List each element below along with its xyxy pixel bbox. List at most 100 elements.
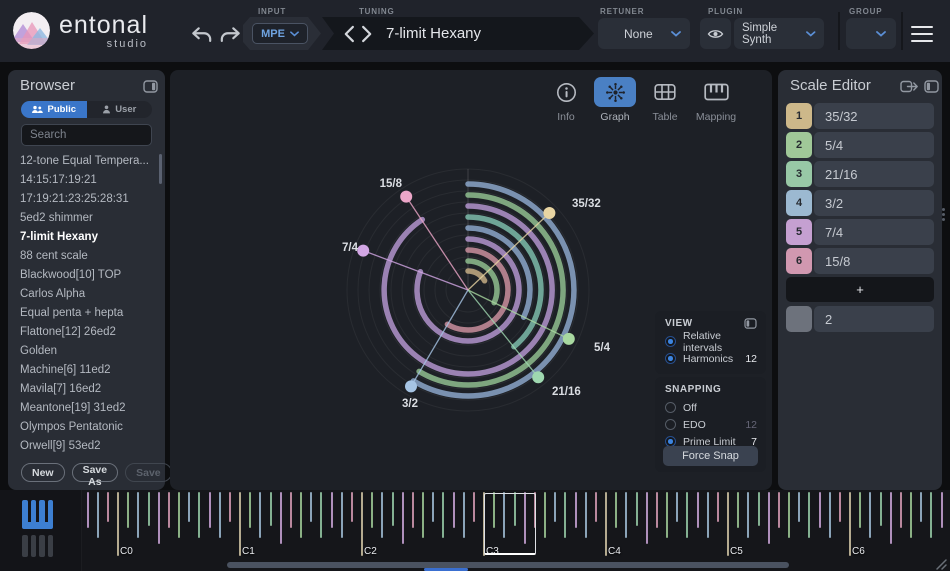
note-marker[interactable] (656, 492, 658, 528)
note-marker[interactable] (808, 492, 810, 538)
octave-marker[interactable] (117, 492, 119, 556)
note-marker[interactable] (930, 492, 932, 538)
list-item[interactable]: 14:15:17:19:21 (8, 171, 165, 190)
add-degree-button[interactable]: + (786, 277, 934, 302)
degree-badge[interactable]: 6 (786, 248, 812, 274)
ratio-field[interactable]: 35/32 (814, 103, 934, 129)
radio-button[interactable] (665, 336, 676, 347)
collapse-panel-icon[interactable] (143, 80, 158, 93)
list-item[interactable]: 17:19:21:23:25:28:31 (8, 190, 165, 209)
previous-tuning-icon[interactable] (340, 25, 358, 43)
note-marker[interactable] (798, 492, 800, 522)
degree-badge[interactable]: 4 (786, 190, 812, 216)
note-marker[interactable] (198, 492, 200, 538)
list-item[interactable]: 5ed2 shimmer (8, 209, 165, 228)
radio-button[interactable] (665, 402, 676, 413)
note-marker[interactable] (412, 492, 414, 528)
export-scale-icon[interactable] (900, 79, 919, 94)
list-item[interactable]: Carlos Alpha (8, 285, 165, 304)
note-marker[interactable] (107, 492, 109, 522)
list-scrollbar[interactable] (159, 154, 162, 184)
ratio-field[interactable]: 15/8 (814, 248, 934, 274)
octave-marker[interactable] (239, 492, 241, 556)
note-marker[interactable] (371, 492, 373, 528)
note-marker[interactable] (819, 492, 821, 528)
note-marker[interactable] (625, 492, 627, 538)
note-marker[interactable] (137, 492, 139, 538)
note-marker[interactable] (636, 492, 638, 526)
note-marker[interactable] (188, 492, 190, 522)
note-marker[interactable] (686, 492, 688, 538)
view-value[interactable]: 12 (745, 353, 757, 365)
note-marker[interactable] (209, 492, 211, 528)
keyboard-scrollbar[interactable] (227, 562, 789, 568)
note-marker[interactable] (910, 492, 912, 538)
undo-icon[interactable] (190, 26, 214, 46)
note-marker[interactable] (666, 492, 668, 538)
note-marker[interactable] (158, 492, 160, 544)
note-marker[interactable] (646, 492, 648, 544)
group-dropdown[interactable] (846, 18, 896, 49)
keyboard-viewport[interactable] (484, 493, 536, 555)
next-tuning-icon[interactable] (358, 25, 376, 43)
note-marker[interactable] (615, 492, 617, 528)
degree-badge[interactable]: 2 (786, 132, 812, 158)
note-marker[interactable] (320, 492, 322, 538)
note-marker[interactable] (300, 492, 302, 538)
note-marker[interactable] (259, 492, 261, 538)
note-marker[interactable] (554, 492, 556, 522)
note-marker[interactable] (697, 492, 699, 528)
note-dot[interactable] (405, 380, 417, 392)
note-marker[interactable] (381, 492, 383, 538)
note-marker[interactable] (331, 492, 333, 528)
note-dot[interactable] (563, 333, 575, 345)
note-dot[interactable] (543, 207, 555, 219)
note-marker[interactable] (575, 492, 577, 528)
note-marker[interactable] (778, 492, 780, 528)
note-marker[interactable] (717, 492, 719, 522)
list-item[interactable]: Mavila[7] 16ed2 (8, 380, 165, 399)
note-marker[interactable] (839, 492, 841, 522)
note-marker[interactable] (829, 492, 831, 538)
menu-button[interactable] (906, 21, 940, 47)
note-marker[interactable] (453, 492, 455, 528)
radio-button[interactable] (665, 353, 676, 364)
note-marker[interactable] (87, 492, 89, 528)
list-item[interactable]: 7-limit Hexany (8, 228, 165, 247)
note-marker[interactable] (768, 492, 770, 544)
list-item[interactable]: 12-tone Equal Tempera... (8, 152, 165, 171)
note-marker[interactable] (392, 492, 394, 526)
redo-icon[interactable] (218, 26, 242, 46)
period-badge[interactable] (786, 306, 812, 332)
save-as-button[interactable]: Save As (72, 463, 119, 482)
panel-resize-handle[interactable] (942, 208, 945, 221)
note-marker[interactable] (290, 492, 292, 528)
note-marker[interactable] (544, 492, 546, 538)
note-dot[interactable] (532, 371, 544, 383)
note-marker[interactable] (788, 492, 790, 538)
octave-marker[interactable] (727, 492, 729, 556)
new-button[interactable]: New (21, 463, 65, 482)
note-dot[interactable] (357, 245, 369, 257)
retuner-dropdown[interactable]: None (598, 18, 690, 49)
list-item[interactable]: 88 cent scale (8, 247, 165, 266)
list-item[interactable]: Equal penta + hepta (8, 304, 165, 323)
note-marker[interactable] (595, 492, 597, 522)
tuning-name[interactable]: 7-limit Hexany (386, 25, 481, 42)
ratio-field[interactable]: 7/4 (814, 219, 934, 245)
search-input[interactable] (21, 124, 152, 146)
note-marker[interactable] (900, 492, 902, 528)
list-item[interactable]: Machine[6] 11ed2 (8, 361, 165, 380)
octave-marker[interactable] (849, 492, 851, 556)
note-marker[interactable] (422, 492, 424, 538)
panel-icon[interactable] (744, 318, 757, 329)
note-marker[interactable] (270, 492, 272, 526)
ratio-field[interactable]: 21/16 (814, 161, 934, 187)
ratio-field[interactable]: 3/2 (814, 190, 934, 216)
note-marker[interactable] (280, 492, 282, 544)
note-marker[interactable] (127, 492, 129, 528)
octave-marker[interactable] (361, 492, 363, 556)
period-field[interactable]: 2 (814, 306, 934, 332)
note-marker[interactable] (97, 492, 99, 538)
list-item[interactable]: Orwell[9] 53ed2 (8, 437, 165, 456)
